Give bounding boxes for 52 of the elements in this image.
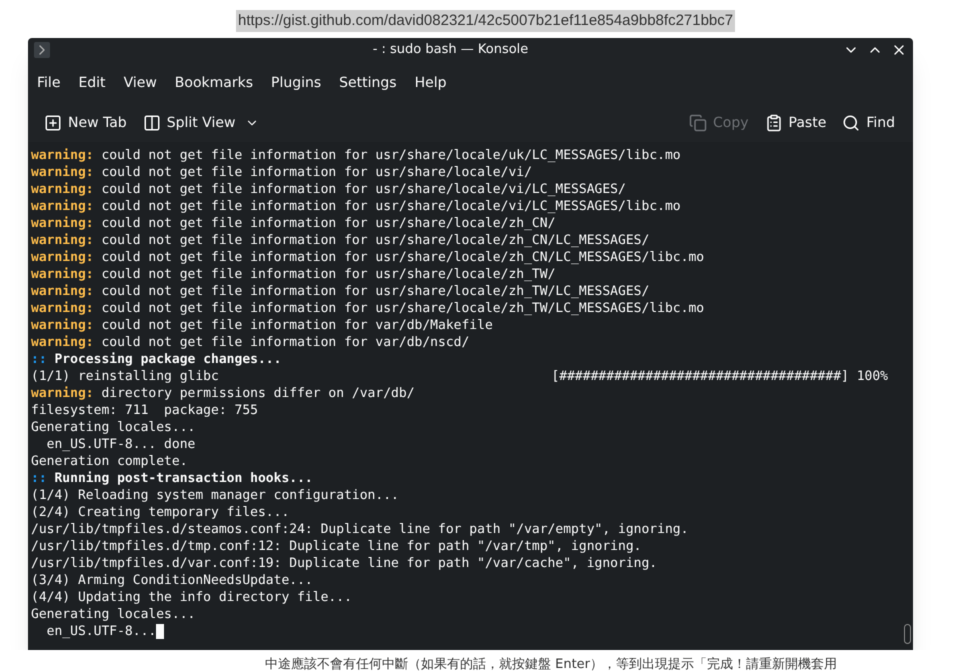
- terminal-line: warning: could not get file information for var/db/Makefile: [31, 317, 494, 334]
- terminal-line: (4/4) Updating the info directory file...: [31, 589, 353, 606]
- terminal-line: /usr/lib/tmpfiles.d/steamos.conf:24: Duplicate line for path "/var/empty", ignoring.: [31, 521, 690, 538]
- url-link[interactable]: https://gist.github.com/david082321/42c5007b21ef11e854a9bb8fc271bbc7: [236, 10, 736, 32]
- terminal-line: warning: could not get file information for usr/share/locale/zh_CN/LC_MESSAGES/libc.mo: [31, 249, 706, 266]
- terminal-line: warning: could not get file information for usr/share/locale/vi/LC_MESSAGES/libc.mo: [31, 198, 682, 215]
- menu-item[interactable]: View: [116, 72, 164, 94]
- terminal-line: en_US.UTF-8... done: [46, 436, 196, 453]
- terminal-line: :: Processing package changes...: [31, 351, 282, 368]
- terminal-line: warning: could not get file information for usr/share/locale/zh_TW/LC_MESSAGES/libc.mo: [31, 300, 706, 317]
- terminal-line: (1/1) reinstalling glibc: [31, 368, 219, 385]
- toolbar-button[interactable]: Paste: [756, 108, 834, 138]
- terminal-app-icon: [34, 42, 50, 58]
- article-text: 中途應該不會有任何中斷（如果有的話，就按鍵盤 Enter），等到出現提示「完成！請重新開機套用: [265, 657, 838, 671]
- menu-item[interactable]: Settings: [332, 72, 404, 94]
- split-view-icon: [142, 114, 161, 132]
- terminal-line: warning: could not get file information for usr/share/locale/zh_TW/: [31, 266, 556, 283]
- terminal-line: (2/4) Creating temporary files...: [31, 504, 290, 521]
- search-icon: [842, 114, 860, 132]
- terminal-line: warning: could not get file information for usr/share/locale/vi/: [31, 164, 533, 181]
- toolbar-button[interactable]: Split View: [136, 108, 266, 138]
- terminal-line: Generating locales...: [31, 606, 196, 623]
- terminal-line: warning: could not get file information for usr/share/locale/zh_CN/LC_MESSAGES/: [31, 232, 650, 249]
- menu-item[interactable]: Help: [408, 72, 454, 94]
- progress-bar-text: [####################################] 100%: [551, 368, 888, 385]
- menu-item[interactable]: Edit: [71, 72, 113, 94]
- toolbar-button[interactable]: Find: [834, 108, 903, 138]
- scrollbar-thumb[interactable]: [904, 624, 910, 644]
- terminal-line: warning: directory permissions differ on /var/db/: [31, 385, 416, 402]
- menu-item[interactable]: Plugins: [264, 72, 328, 94]
- copy-icon: [689, 114, 707, 132]
- menu-item[interactable]: File: [30, 72, 68, 94]
- text-cursor: [156, 624, 164, 639]
- terminal-line: (3/4) Arming ConditionNeedsUpdate...: [31, 572, 314, 589]
- terminal-line: warning: could not get file information for usr/share/locale/vi/LC_MESSAGES/: [31, 181, 627, 198]
- terminal-line: (1/4) Reloading system manager configuration...: [31, 487, 400, 504]
- terminal-line: warning: could not get file information for var/db/nscd/: [31, 334, 470, 351]
- terminal-line: :: Running post-transaction hooks...: [31, 470, 314, 487]
- terminal-line: warning: could not get file information for usr/share/locale/uk/LC_MESSAGES/libc.mo: [31, 147, 682, 164]
- clipboard-icon: [764, 114, 783, 132]
- terminal-line: Generating locales...: [31, 419, 196, 436]
- terminal-line: en_US.UTF-8...: [46, 623, 156, 640]
- terminal-line: warning: could not get file information for usr/share/locale/zh_TW/LC_MESSAGES/: [31, 283, 650, 300]
- terminal-line: warning: could not get file information for usr/share/locale/zh_CN/: [31, 215, 556, 232]
- new-tab-icon: [44, 114, 62, 132]
- terminal-line: /usr/lib/tmpfiles.d/var.conf:19: Duplicate line for path "/var/cache", ignoring.: [31, 555, 658, 572]
- terminal-line: /usr/lib/tmpfiles.d/tmp.conf:12: Duplicate line for path "/var/tmp", ignoring.: [31, 538, 642, 555]
- toolbar-button[interactable]: New Tab: [38, 108, 133, 138]
- terminal-line: Generation complete.: [31, 453, 189, 470]
- menu-item[interactable]: Bookmarks: [168, 72, 260, 94]
- terminal-line: filesystem: 711 package: 755: [31, 402, 259, 419]
- window-title: - : sudo bash — Konsole: [372, 41, 530, 60]
